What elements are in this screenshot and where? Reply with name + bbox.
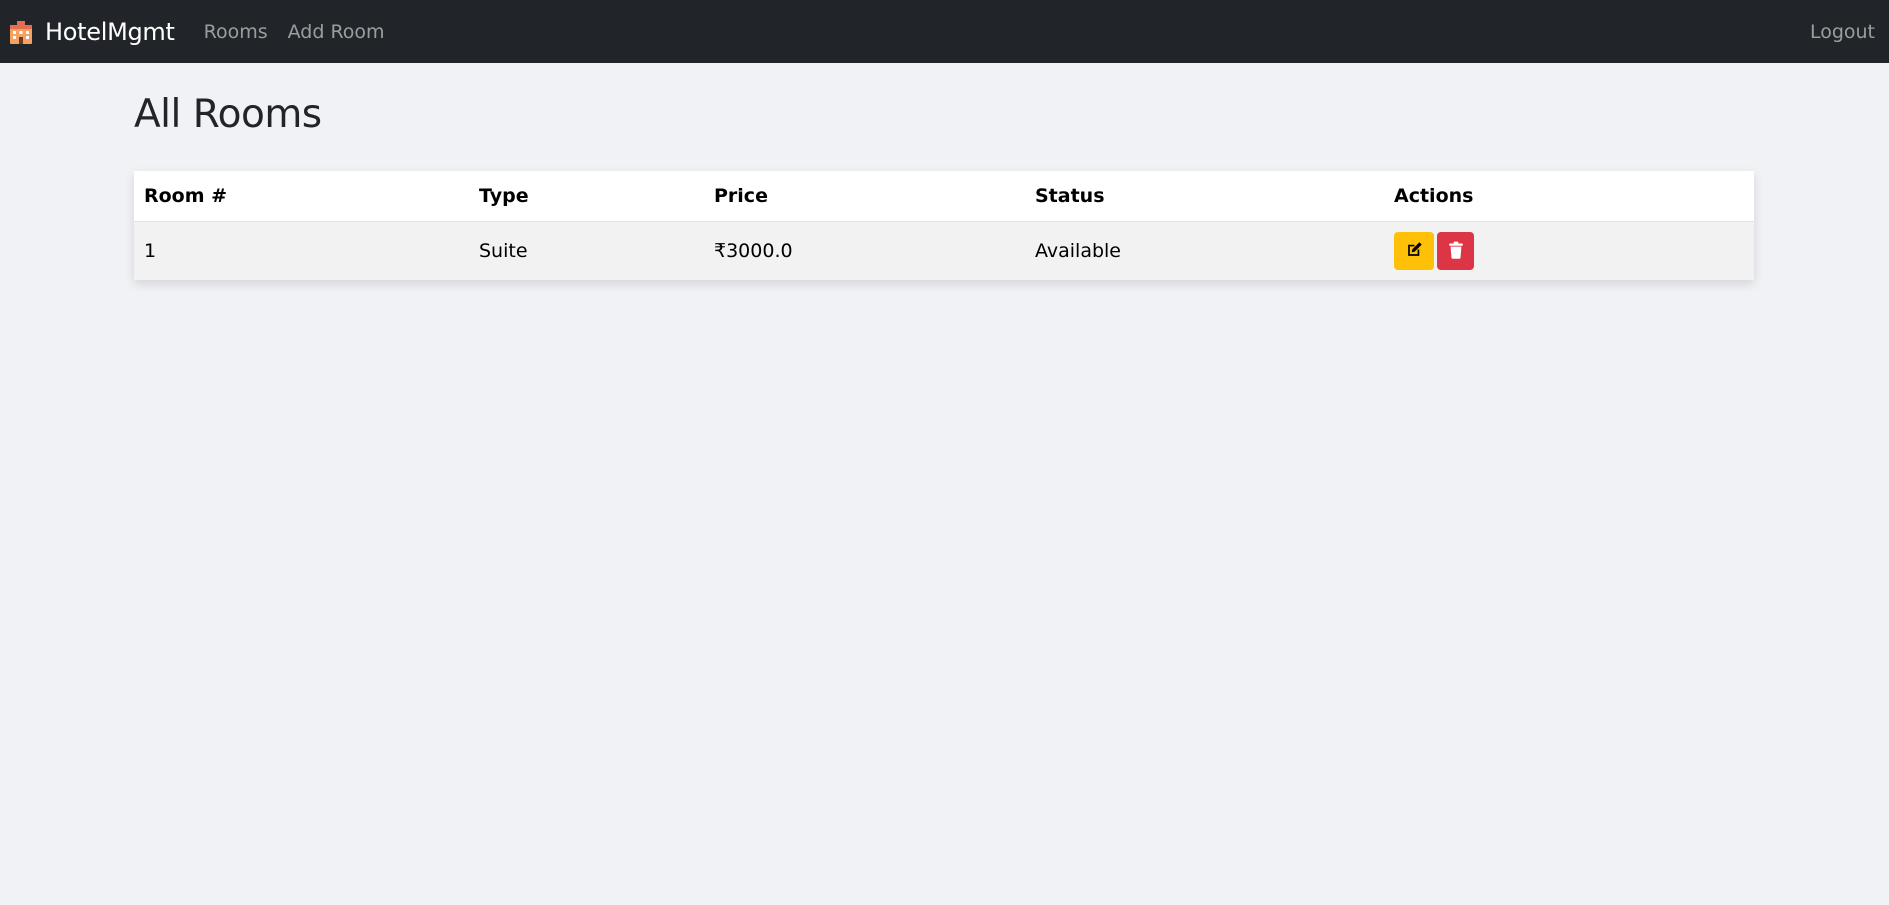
rooms-table: Room # Type Price Status Actions 1 Suite… — [134, 171, 1754, 280]
table-row: 1 Suite ₹3000.0 Available — [134, 221, 1754, 280]
nav-add-room-link[interactable]: Add Room — [288, 21, 385, 43]
header-actions: Actions — [1384, 171, 1754, 222]
logout-link[interactable]: Logout — [1810, 21, 1875, 43]
cell-type: Suite — [469, 221, 704, 280]
trash-icon — [1448, 241, 1464, 262]
brand-link[interactable]: HotelMgmt — [8, 18, 175, 46]
header-price: Price — [704, 171, 1025, 222]
hotel-icon — [8, 19, 34, 45]
table-header-row: Room # Type Price Status Actions — [134, 171, 1754, 222]
nav-rooms-link[interactable]: Rooms — [204, 21, 268, 43]
header-type: Type — [469, 171, 704, 222]
rooms-table-container: Room # Type Price Status Actions 1 Suite… — [134, 171, 1754, 280]
cell-status: Available — [1025, 221, 1384, 280]
page-title: All Rooms — [134, 92, 322, 137]
header-status: Status — [1025, 171, 1384, 222]
delete-room-button[interactable] — [1437, 232, 1474, 270]
cell-room-number: 1 — [134, 221, 469, 280]
cell-price: ₹3000.0 — [704, 221, 1025, 280]
cell-actions — [1384, 221, 1754, 280]
edit-icon — [1406, 241, 1423, 261]
brand-name: HotelMgmt — [45, 17, 175, 46]
header-room-number: Room # — [134, 171, 469, 222]
edit-room-button[interactable] — [1394, 232, 1434, 270]
top-navbar: HotelMgmt Rooms Add Room Logout — [0, 0, 1889, 63]
